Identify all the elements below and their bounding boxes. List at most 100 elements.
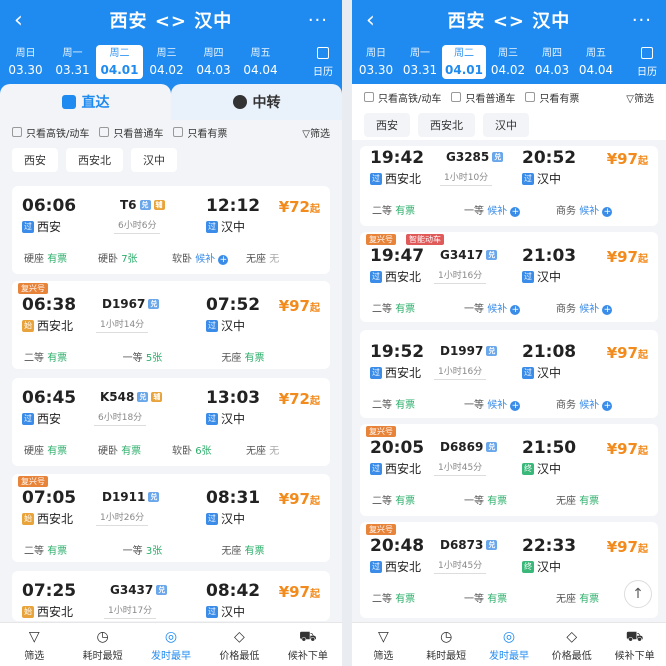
station-chip-xianbei[interactable]: 西安北 [66,148,123,172]
seat-status: 有票 [579,594,600,605]
date-0330[interactable]: 周日 03.30 [2,46,49,78]
bottom-earliest[interactable]: ◎ 发时最早 [137,623,205,666]
seat-item[interactable]: 硬座 有票 [24,250,98,265]
train-card[interactable]: 复兴号 06:38 始西安北 D1967 兑 1小时14分 07:52 过汉中 ¥97起 二等 有… [12,281,330,369]
filter-hsr[interactable]: 只看高铁/动车 [12,125,89,140]
train-card[interactable]: 07:25 始西安北 G3437 兑 1小时17分 08:42 过汉中 ¥97起 [12,571,330,621]
train-code: D6869 [440,440,484,454]
seat-item[interactable]: 二等 有票 [372,300,464,315]
date-0330[interactable]: 周日 03.30 [354,46,398,78]
train-number[interactable]: D1911 兑 [102,490,160,504]
calendar-button[interactable]: 日历 [306,46,340,78]
seat-item[interactable]: 软卧 6张 [172,442,246,457]
train-card[interactable]: 复兴号 20:48 过西安北 D6873 兑 1小时45分 22:33 终汉中 ¥97起 二等 有… [360,522,658,618]
train-card[interactable]: 复兴号 07:05 始西安北 D1911 兑 1小时26分 08:31 过汉中 ¥97起 二等 有… [12,474,330,562]
train-card[interactable]: 06:06 过西安 T6 兑辅 6小时6分 12:12 过汉中 ¥72起 硬座 有票 硬卧 7张软… [12,186,330,274]
date-0401-selected[interactable]: 周二 04.01 [96,45,143,79]
bottom-earliest[interactable]: ◎ 发时最早 [478,623,541,666]
train-number[interactable]: T6 兑辅 [120,198,165,212]
train-card[interactable]: 复兴号 20:05 过西安北 D6869 兑 1小时45分 21:50 终汉中 ¥97起 二等 有… [360,424,658,516]
seat-item[interactable]: 无座 有票 [556,492,648,507]
train-number[interactable]: D1967 兑 [102,297,160,311]
filter-normal[interactable]: 只看普通车 [451,90,515,105]
seat-item[interactable]: 二等 有票 [372,590,464,605]
seat-item[interactable]: 二等 有票 [372,202,464,217]
station-chip-xian[interactable]: 西安 [364,113,410,137]
filter-normal[interactable]: 只看普通车 [99,125,163,140]
station-name: 西安 [37,220,62,234]
train-card[interactable]: 19:42 过西安北 G3285 兑 1小时10分 20:52 过汉中 ¥97起 二等 有票 一等… [360,146,658,226]
more-button[interactable]: ··· [308,10,328,31]
seat-item[interactable]: 二等 有票 [24,542,123,557]
filter-available[interactable]: 只看有票 [525,90,579,105]
date-0402[interactable]: 周三 04.02 [143,46,190,78]
bottom-cheapest[interactable]: ◇ 价格最低 [205,623,273,666]
seat-item[interactable]: 一等 候补 + [464,300,556,315]
seat-item[interactable]: 无座 无 [246,250,320,265]
station-name: 西安北 [37,605,74,619]
tab-direct[interactable]: 直达 [0,84,171,120]
train-number[interactable]: G3417 兑 [440,248,498,262]
bottom-waitlist[interactable]: ⛟ 候补下单 [603,623,666,666]
arrive-time: 21:50 [522,438,577,458]
date-0404[interactable]: 周五 04.04 [237,46,284,78]
seat-item[interactable]: 一等 候补 + [464,396,556,411]
bottom-shortest[interactable]: ◷ 耗时最短 [68,623,136,666]
bottom-cheapest[interactable]: ◇ 价格最低 [540,623,603,666]
seat-type: 一等 [464,594,488,605]
seat-item[interactable]: 商务 候补 + [556,300,648,315]
seat-item[interactable]: 软卧 候补 + [172,250,246,265]
bottom-filter[interactable]: ▽ 筛选 [0,623,68,666]
station-chip-hanzhong[interactable]: 汉中 [483,113,529,137]
seat-item[interactable]: 一等 5张 [123,349,222,364]
seat-item[interactable]: 硬座 有票 [24,442,98,457]
seat-item[interactable]: 一等 候补 + [464,202,556,217]
24h-icon: ◎ [502,629,516,645]
date-0331[interactable]: 周一 03.31 [398,46,442,78]
filter-available[interactable]: 只看有票 [173,125,227,140]
date-0402[interactable]: 周三 04.02 [486,46,530,78]
train-number[interactable]: G3437 兑 [110,583,168,597]
date-0404[interactable]: 周五 04.04 [574,46,618,78]
seat-item[interactable]: 一等 3张 [123,542,222,557]
seat-item[interactable]: 商务 候补 + [556,396,648,411]
back-button[interactable]: ‹ [366,8,386,33]
station-chip-xian[interactable]: 西安 [12,148,58,172]
train-number[interactable]: K548 兑辅 [100,390,163,404]
bottom-filter[interactable]: ▽ 筛选 [352,623,415,666]
station-chip-xianbei[interactable]: 西安北 [418,113,475,137]
seat-item[interactable]: 无座 无 [246,442,320,457]
seat-item[interactable]: 硬卧 有票 [98,442,172,457]
bottom-shortest[interactable]: ◷ 耗时最短 [415,623,478,666]
sift-button[interactable]: ▽筛选 [302,125,330,140]
train-number[interactable]: D6873 兑 [440,538,498,552]
train-card[interactable]: 复兴号 智能动车 19:47 过西安北 G3417 兑 1小时16分 21:03 过汉中 ¥97起… [360,232,658,322]
seat-item[interactable]: 二等 有票 [372,492,464,507]
train-card[interactable]: 06:45 过西安 K548 兑辅 6小时18分 13:03 过汉中 ¥72起 硬座 有票 硬卧 … [12,378,330,466]
seat-item[interactable]: 硬卧 7张 [98,250,172,265]
filter-hsr[interactable]: 只看高铁/动车 [364,90,441,105]
seat-item[interactable]: 二等 有票 [24,349,123,364]
seat-item[interactable]: 无座 有票 [221,542,320,557]
seat-item[interactable]: 一等 有票 [464,492,556,507]
bottom-waitlist[interactable]: ⛟ 候补下单 [274,623,342,666]
back-button[interactable]: ‹ [14,8,34,33]
date-0403[interactable]: 周四 04.03 [530,46,574,78]
sift-button[interactable]: ▽筛选 [626,90,654,105]
date-0403[interactable]: 周四 04.03 [190,46,237,78]
seat-item[interactable]: 一等 有票 [464,590,556,605]
seat-item[interactable]: 二等 有票 [372,396,464,411]
train-number[interactable]: D1997 兑 [440,344,498,358]
calendar-button[interactable]: 日历 [630,46,664,78]
seat-item[interactable]: 商务 候补 + [556,202,648,217]
station-chip-hanzhong[interactable]: 汉中 [131,148,177,172]
train-card[interactable]: 19:52 过西安北 D1997 兑 1小时16分 21:08 过汉中 ¥97起 二等 有票 一等… [360,330,658,418]
more-button[interactable]: ··· [632,10,652,31]
seat-item[interactable]: 无座 有票 [221,349,320,364]
scroll-top-button[interactable]: ↑ [624,580,652,608]
train-number[interactable]: D6869 兑 [440,440,498,454]
train-number[interactable]: G3285 兑 [446,150,504,164]
date-0331[interactable]: 周一 03.31 [49,46,96,78]
date-0401-selected[interactable]: 周二 04.01 [442,45,486,79]
tab-transfer[interactable]: 中转 [171,84,342,120]
